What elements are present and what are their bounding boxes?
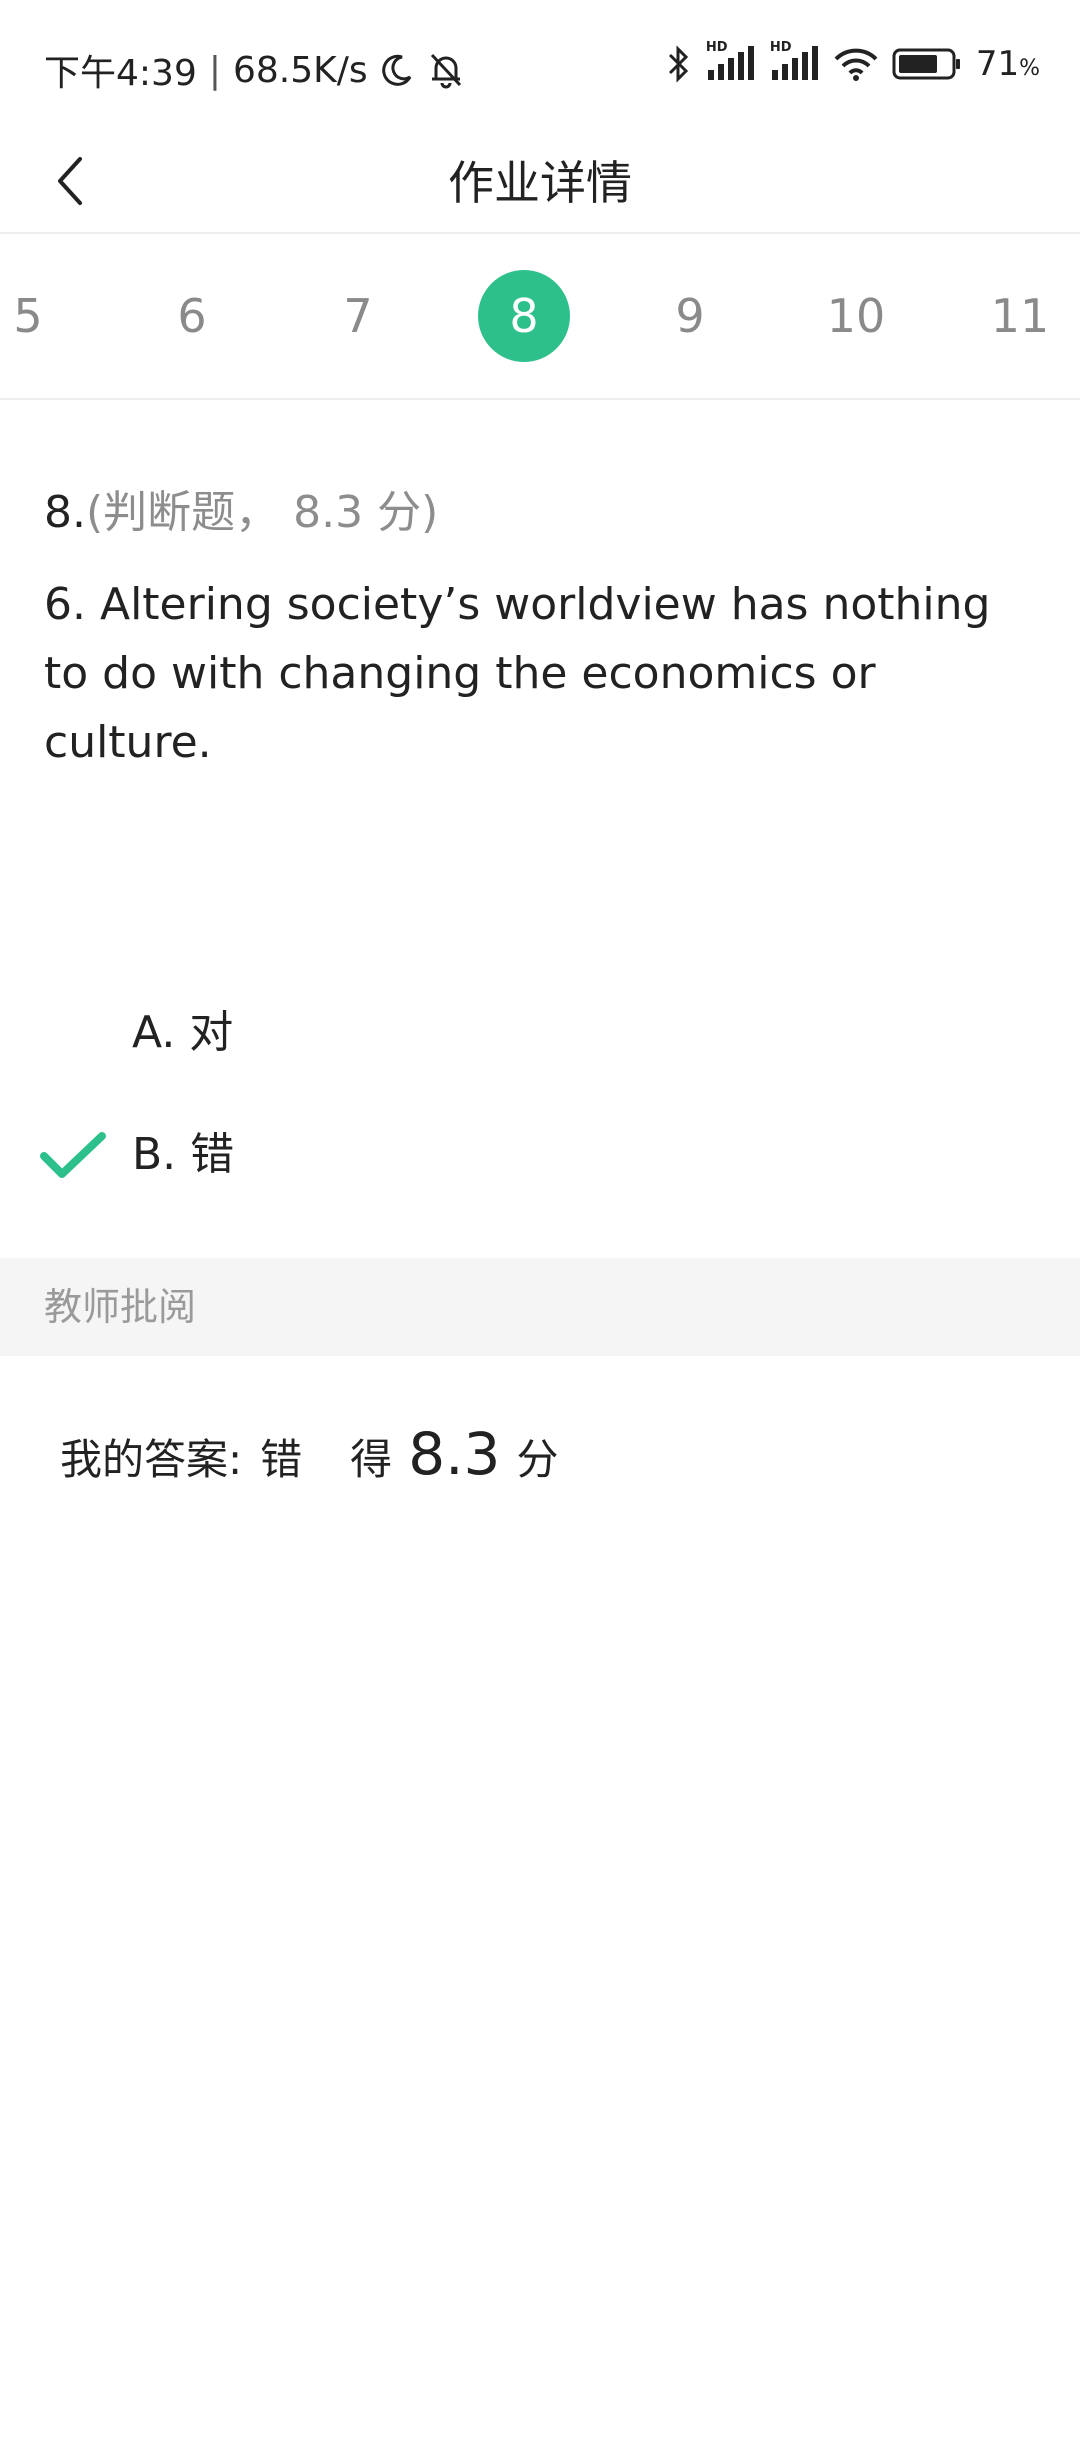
check-icon [40, 1128, 106, 1182]
status-net-speed: 68.5K/s [232, 49, 368, 91]
moon-icon [380, 53, 414, 87]
signal-icon: HD [770, 40, 820, 82]
status-right: HD HD 71% [666, 40, 1040, 84]
bell-off-icon [426, 51, 466, 89]
option-b-label: B. 错 [132, 1129, 235, 1180]
question-type: (判断题， 8.3 分) [85, 487, 439, 538]
question-tab-8[interactable]: 8 [478, 270, 570, 362]
page-title: 作业详情 [448, 156, 632, 210]
option-a-label: A. 对 [132, 1007, 234, 1058]
sim1-hd-label: HD [705, 40, 728, 55]
sim2-hd-label: HD [769, 40, 792, 55]
question-tab-5[interactable]: 5 [0, 270, 74, 362]
question-tab-11[interactable]: 11 [974, 270, 1066, 362]
header: 作业详情 [0, 134, 1080, 234]
question-text: 6. Altering society’s worldview has noth… [44, 579, 991, 768]
option-b[interactable]: B. 错 [0, 1110, 1080, 1200]
question-number-tabs: 5 6 7 8 9 10 11 [0, 234, 1080, 400]
score-unit: 分 [516, 1435, 559, 1484]
status-bar: 下午4:39 | 68.5K/s HD HD 71% [0, 0, 1080, 134]
status-time: 下午4:39 [44, 53, 197, 94]
my-answer-value: 错 [260, 1435, 303, 1484]
battery-percent: 71% [975, 44, 1040, 84]
my-answer-label: 我的答案: [60, 1435, 243, 1484]
wifi-icon [834, 47, 878, 81]
status-separator: | [208, 49, 221, 91]
score-prefix: 得 [350, 1435, 393, 1484]
my-answer-line: 我的答案: 错 得 8.3 分 [60, 1420, 558, 1488]
option-a[interactable]: A. 对 [0, 988, 1080, 1078]
teacher-review-title: 教师批阅 [44, 1285, 197, 1329]
question-tab-7[interactable]: 7 [312, 270, 404, 362]
battery-icon [892, 47, 962, 81]
question-header: 8.(判断题， 8.3 分) [44, 476, 438, 540]
signal-icon: HD [706, 40, 756, 82]
teacher-review-section: 教师批阅 [0, 1258, 1080, 1356]
status-left: 下午4:39 | 68.5K/s [44, 44, 466, 96]
question-tab-10[interactable]: 10 [810, 270, 902, 362]
bluetooth-icon [666, 45, 692, 83]
question-tab-6[interactable]: 6 [146, 270, 238, 362]
question-tab-9[interactable]: 9 [644, 270, 736, 362]
question-number: 8. [44, 487, 86, 538]
score-value: 8.3 [408, 1420, 501, 1488]
